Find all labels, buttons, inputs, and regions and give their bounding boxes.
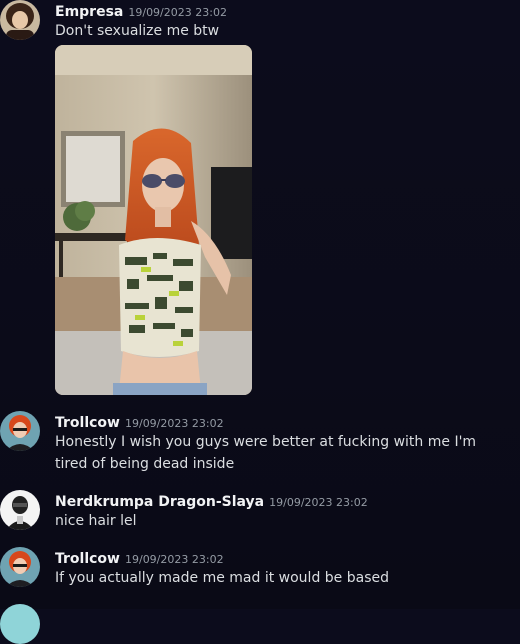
attachment-photo — [55, 45, 252, 395]
message-trollcow-2: Trollcow 19/09/2023 23:02 If you actually… — [0, 547, 520, 589]
avatar-image — [0, 604, 40, 644]
message-text: If you actually made me mad it would be … — [55, 570, 389, 586]
message-text: nice hair lel — [55, 513, 137, 529]
message-header: Empresa 19/09/2023 23:02 — [55, 1, 227, 20]
message-nerdkrumpa: Nerdkrumpa Dragon-Slaya 19/09/2023 23:02 … — [0, 490, 520, 532]
timestamp: 19/09/2023 23:02 — [124, 417, 224, 430]
user-avatar-nerdkrumpa[interactable] — [0, 490, 40, 530]
message-text: Don't sexualize me btw — [55, 23, 220, 39]
user-avatar-trollcow[interactable] — [0, 411, 40, 451]
user-avatar-empresa[interactable] — [0, 0, 40, 40]
username[interactable]: Nerdkrumpa Dragon-Slaya — [55, 494, 264, 510]
timestamp: 19/09/2023 23:02 — [269, 496, 368, 509]
avatar-image — [0, 411, 40, 451]
message-empresa: Empresa 19/09/2023 23:02 Don't sexualize … — [0, 0, 520, 400]
message-header: Trollcow 19/09/2023 23:02 — [55, 412, 224, 431]
avatar-image — [0, 0, 40, 40]
user-avatar-partial[interactable] — [0, 604, 40, 644]
avatar-image — [0, 490, 40, 530]
timestamp: 19/09/2023 23:02 — [124, 553, 224, 566]
timestamp: 19/09/2023 23:02 — [128, 6, 227, 19]
user-avatar-trollcow[interactable] — [0, 547, 40, 587]
message-header: Trollcow 19/09/2023 23:02 — [55, 548, 224, 567]
username[interactable]: Trollcow — [55, 551, 120, 567]
message-header: Nerdkrumpa Dragon-Slaya 19/09/2023 23:02 — [55, 491, 368, 510]
username[interactable]: Trollcow — [55, 415, 120, 431]
image-attachment[interactable] — [55, 45, 252, 395]
avatar-image — [0, 547, 40, 587]
message-trollcow: Trollcow 19/09/2023 23:02 Honestly I wish… — [0, 411, 520, 475]
username[interactable]: Empresa — [55, 4, 123, 20]
message-text: Honestly I wish you guys were better at … — [55, 434, 477, 472]
